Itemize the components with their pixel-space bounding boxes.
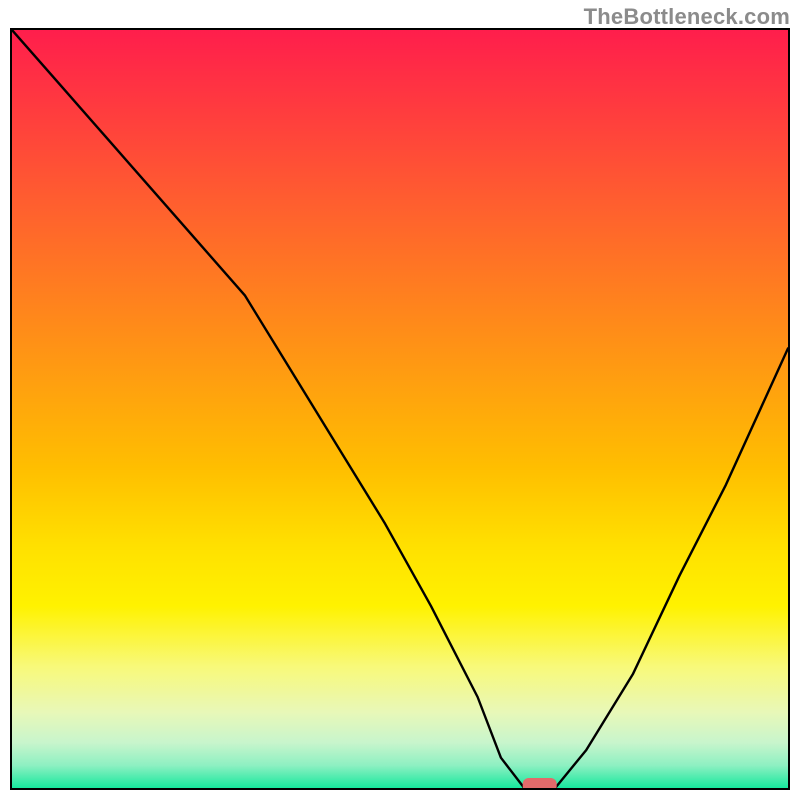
chart-area [10,28,790,790]
watermark-label: TheBottleneck.com [584,4,790,30]
chart-svg [12,30,788,788]
optimal-marker [523,778,557,788]
bottleneck-curve [12,30,788,788]
